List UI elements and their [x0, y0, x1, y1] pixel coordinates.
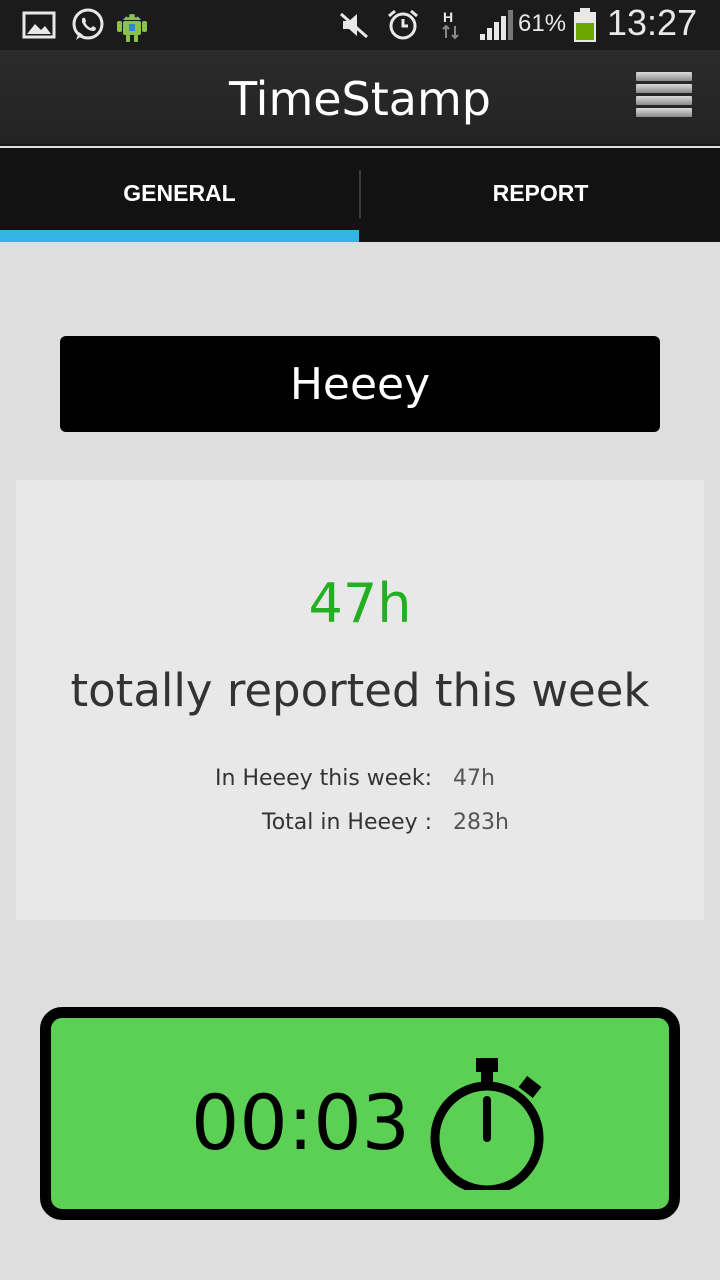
project-button[interactable]: Heeey	[60, 336, 660, 432]
svg-text:H: H	[443, 9, 453, 25]
battery-icon	[572, 6, 598, 44]
tab-general[interactable]: GENERAL	[0, 148, 359, 242]
status-bar: H 61% 13:27	[0, 0, 720, 50]
android-icon	[114, 6, 150, 44]
overflow-menu-icon[interactable]	[636, 72, 692, 128]
summary-card: 47h totally reported this week In Heeey …	[16, 480, 704, 920]
tab-report[interactable]: REPORT	[361, 148, 720, 242]
active-tab-indicator	[0, 230, 359, 242]
stopwatch-icon	[430, 1058, 544, 1190]
tab-bar: GENERAL REPORT	[0, 148, 720, 242]
stat-value-this-week: 47h	[453, 766, 495, 791]
status-clock: 13:27	[607, 2, 698, 43]
action-bar: TimeStamp	[0, 50, 720, 146]
mute-icon	[338, 6, 370, 44]
whatsapp-icon	[70, 6, 106, 44]
weekly-total-caption: totally reported this week	[70, 664, 650, 717]
timer-elapsed: 00:03	[191, 1078, 411, 1167]
signal-icon	[478, 6, 516, 44]
timer-button[interactable]: 00:03	[40, 1007, 680, 1220]
app-title: TimeStamp	[228, 72, 491, 126]
stat-label-this-week: In Heeey this week:	[215, 766, 432, 791]
stat-label-total: Total in Heeey :	[262, 810, 432, 835]
gallery-icon	[22, 6, 56, 44]
weekly-total-hours: 47h	[308, 572, 412, 635]
alarm-icon	[386, 6, 420, 44]
hspa-icon: H	[440, 6, 462, 44]
stat-value-total: 283h	[453, 810, 509, 835]
battery-percent: 61%	[518, 10, 567, 37]
